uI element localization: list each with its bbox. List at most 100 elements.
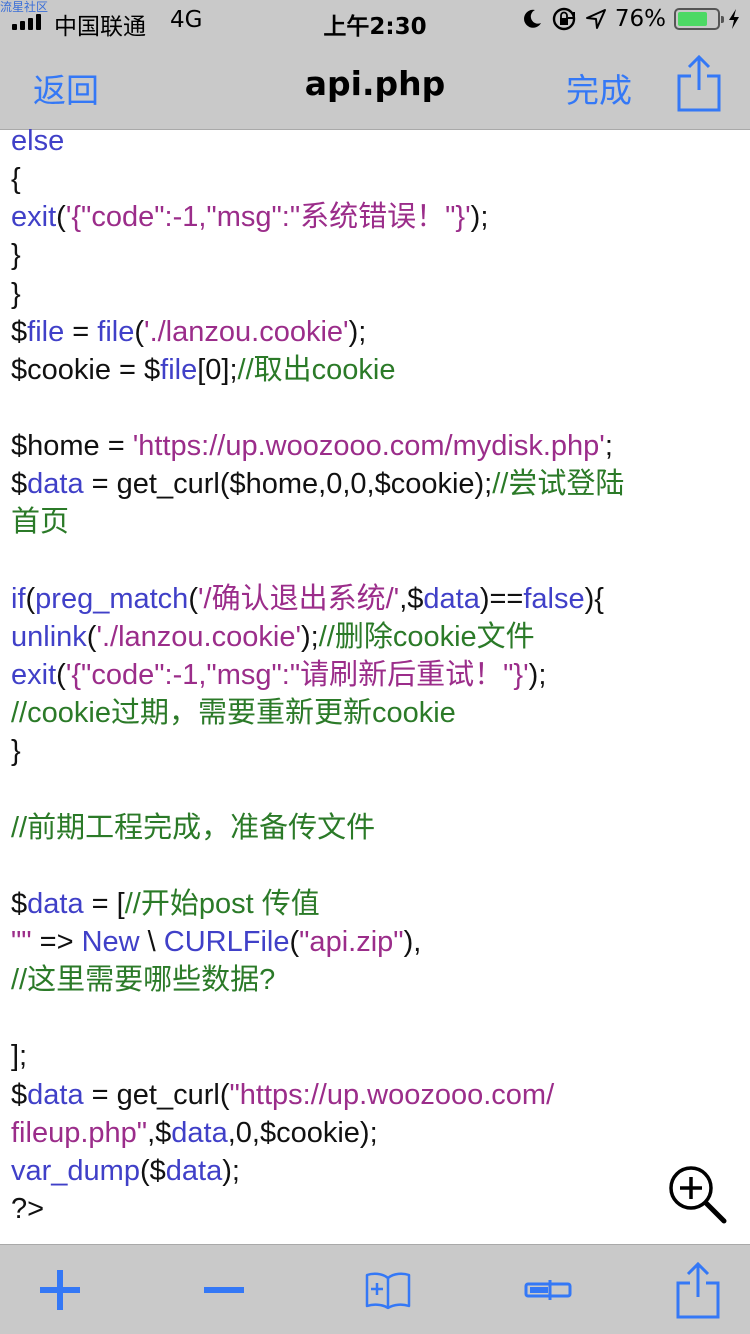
location-arrow-icon: [585, 9, 606, 29]
code-line: fileup.php",$data,0,$cookie);: [11, 1114, 746, 1152]
code-token: = get_curl(: [83, 1078, 230, 1111]
status-bar: 流星社区 中国联通 4G 上午2:30 76%: [0, 0, 750, 42]
share-icon: [676, 1261, 720, 1319]
code-line: $data = get_curl($home,0,0,$cookie);//尝试…: [11, 465, 746, 503]
code-token: '{"code":-1,"msg":"系统错误！"}': [65, 201, 471, 234]
code-token: ,$: [399, 582, 424, 615]
code-token: ;: [604, 430, 613, 463]
code-line: $data = get_curl("https://up.woozooo.com…: [11, 1076, 746, 1114]
code-token: data: [27, 1078, 84, 1111]
code-token: (: [86, 620, 97, 653]
code-token: $cookie = $: [11, 353, 161, 386]
minus-icon: [204, 1287, 244, 1293]
code-line: $data = [//开始post 传值: [11, 885, 746, 923]
code-token: //这里需要哪些数据?: [11, 964, 276, 997]
export-button[interactable]: [663, 1255, 733, 1325]
code-token: data: [423, 582, 480, 615]
plus-icon: [40, 1270, 80, 1310]
code-token: $: [11, 887, 28, 920]
code-line: }: [11, 275, 746, 313]
code-token: "": [11, 925, 32, 958]
code-line: }: [11, 236, 746, 274]
code-token: //cookie过期，需要重新更新cookie: [11, 697, 456, 730]
code-token: '{"code":-1,"msg":"请刷新后重试！"}': [65, 658, 529, 691]
code-token: $: [11, 1078, 28, 1111]
code-token: (: [25, 582, 36, 615]
code-token: else: [11, 125, 65, 157]
code-token: '/确认退出系统/': [198, 582, 400, 615]
code-token: )==: [479, 582, 524, 615]
code-token: }: [11, 239, 21, 272]
code-token: );: [300, 620, 319, 653]
code-line: //cookie过期，需要重新更新cookie: [11, 694, 746, 732]
code-token: //开始post 传值: [124, 887, 320, 920]
code-token: = [: [83, 887, 125, 920]
code-token: }: [11, 277, 21, 310]
code-token: if: [11, 582, 26, 615]
remove-button[interactable]: [189, 1255, 259, 1325]
cursor-icon: [524, 1280, 572, 1300]
code-token: New: [81, 925, 140, 958]
bookmark-add-button[interactable]: [353, 1255, 423, 1325]
code-line: ?>: [11, 1190, 746, 1228]
code-token: =: [64, 315, 98, 348]
code-token: = get_curl($home,0,0,$cookie);: [83, 468, 493, 501]
code-line: exit('{"code":-1,"msg":"请刷新后重试！"}');: [11, 656, 746, 694]
code-token: './lanzou.cookie': [96, 620, 301, 653]
code-token: ];: [11, 1040, 28, 1073]
code-token: data: [165, 1154, 223, 1187]
code-token: //删除cookie文件: [318, 620, 535, 653]
code-token: =>: [31, 925, 82, 958]
battery-level: [678, 12, 707, 26]
cursor-button[interactable]: [513, 1255, 583, 1325]
code-line: else: [11, 122, 746, 160]
page-title: api.php: [304, 64, 446, 103]
code-token: (: [56, 201, 66, 234]
code-token: [0];: [197, 353, 238, 386]
code-line: $home = 'https://up.woozooo.com/mydisk.p…: [11, 427, 746, 465]
code-token: (: [134, 315, 145, 348]
code-token: var_dump: [11, 1154, 140, 1187]
code-line: $cookie = $file[0];//取出cookie: [11, 351, 746, 389]
code-token: $: [11, 468, 28, 501]
code-token: ,0,$cookie);: [227, 1116, 378, 1149]
battery-icon: [674, 8, 724, 30]
code-token: }: [11, 735, 21, 768]
code-line: "" => New \ CURLFile("api.zip"),: [11, 923, 746, 961]
code-token: {: [11, 163, 21, 196]
code-token: (: [289, 925, 300, 958]
code-token: unlink: [11, 620, 87, 653]
code-token: (: [56, 658, 66, 691]
share-icon[interactable]: [676, 54, 722, 112]
code-line: {: [11, 160, 746, 198]
code-editor[interactable]: else{exit('{"code":-1,"msg":"系统错误！"}');}…: [11, 122, 746, 1244]
add-button[interactable]: [25, 1255, 95, 1325]
code-token: 'https://up.woozooo.com/mydisk.php': [132, 430, 605, 463]
code-token: "api.zip": [299, 925, 404, 958]
code-token: (: [188, 582, 198, 615]
code-token: $home =: [11, 430, 133, 463]
navigation-bar: 返回 api.php 完成: [0, 42, 750, 130]
code-line: $file = file('./lanzou.cookie');: [11, 313, 746, 351]
code-token: fileup.php": [11, 1116, 148, 1149]
code-token: \: [139, 925, 164, 958]
code-token: exit: [11, 201, 57, 234]
code-line: ];: [11, 1037, 746, 1075]
code-token: ),: [403, 925, 422, 958]
zoom-in-icon[interactable]: [666, 1163, 728, 1225]
bottom-toolbar: [0, 1244, 750, 1334]
code-line: unlink('./lanzou.cookie');//删除cookie文件: [11, 618, 746, 656]
code-line: 首页: [11, 503, 746, 541]
code-token: );: [222, 1154, 240, 1187]
code-token: data: [27, 468, 84, 501]
code-token: ($: [139, 1154, 166, 1187]
code-token: preg_match: [35, 582, 189, 615]
code-token: file: [27, 315, 65, 348]
charging-bolt-icon: [729, 9, 739, 29]
done-button[interactable]: 完成: [566, 64, 632, 112]
